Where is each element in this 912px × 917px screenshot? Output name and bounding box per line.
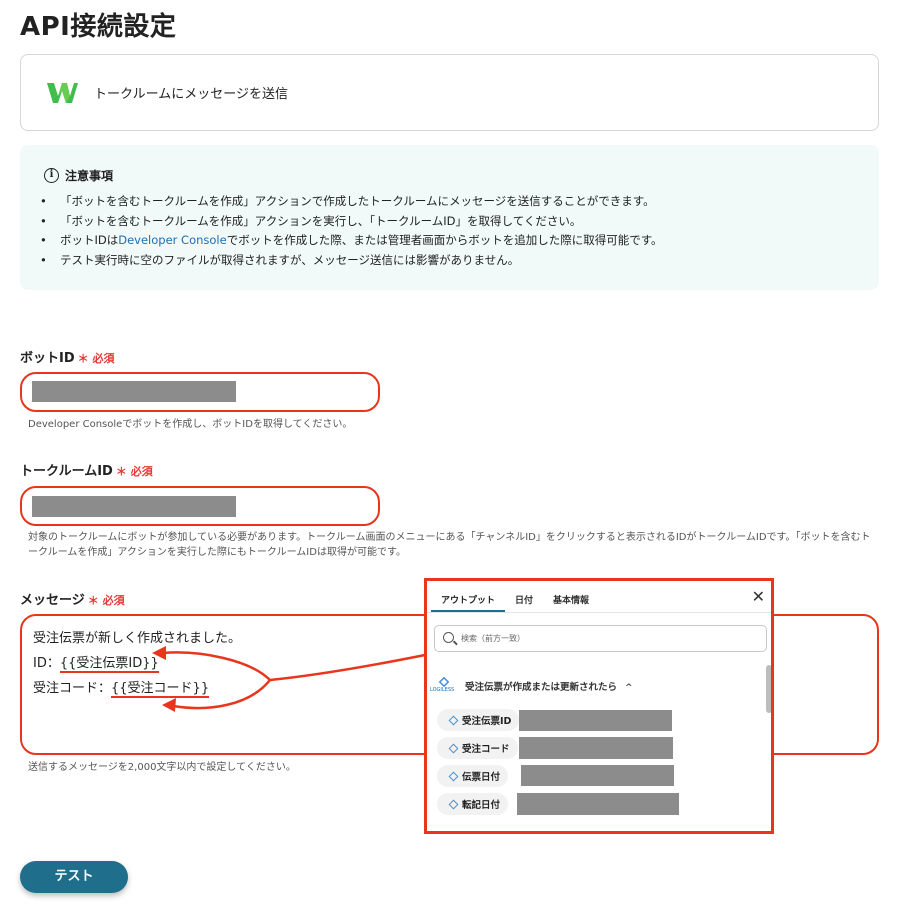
output-item-label: 転記日付 xyxy=(462,800,501,811)
redacted-value xyxy=(32,381,236,402)
bot-id-input[interactable] xyxy=(20,372,380,412)
info-circle-icon: i xyxy=(44,168,59,183)
notice-list: 「ボットを含むトークルームを作成」アクションで作成したトークルームにメッセージを… xyxy=(40,192,663,270)
redacted-value xyxy=(519,710,672,731)
notice-item: テスト実行時に空のファイルが取得されますが、メッセージ送信には影響がありません。 xyxy=(40,251,663,271)
notice-title: 注意事項 xyxy=(65,169,114,183)
notice-item: ボットIDはDeveloper Consoleでボットを作成した際、または管理者… xyxy=(40,231,663,251)
redacted-value xyxy=(521,765,674,786)
notice-item: 「ボットを含むトークルームを作成」アクションで作成したトークルームにメッセージを… xyxy=(40,192,663,212)
output-item[interactable]: 伝票日付 xyxy=(437,765,509,787)
active-tab-indicator xyxy=(431,610,505,612)
bot-id-label-text: ボットID xyxy=(20,351,75,366)
required-badge: ＊ 必須 xyxy=(115,465,153,478)
room-id-label-text: トークルームID xyxy=(20,464,113,479)
source-title-text: 受注伝票が作成または更新されたら xyxy=(465,682,618,693)
notice-item-text: ボットIDは xyxy=(60,233,119,247)
tab-basic-info[interactable]: 基本情報 xyxy=(553,593,589,606)
search-icon xyxy=(443,632,454,643)
item-icon xyxy=(449,800,458,809)
output-item[interactable]: 受注コード xyxy=(437,737,518,759)
close-icon[interactable]: ✕ xyxy=(752,587,765,606)
output-item[interactable]: 転記日付 xyxy=(437,793,509,815)
scrollbar[interactable] xyxy=(766,665,771,713)
search-placeholder: 検索（前方一致） xyxy=(461,634,525,643)
item-icon xyxy=(449,772,458,781)
item-icon xyxy=(449,716,458,725)
notice-panel: i 注意事項 「ボットを含むトークルームを作成」アクションで作成したトークルーム… xyxy=(20,145,879,290)
required-badge: ＊ 必須 xyxy=(77,352,115,365)
action-card: トークルームにメッセージを送信 xyxy=(20,54,879,131)
chevron-up-icon: ^ xyxy=(625,683,633,693)
developer-console-link[interactable]: Developer Console xyxy=(118,233,226,247)
action-label: トークルームにメッセージを送信 xyxy=(94,87,288,102)
source-logo-caption: LOGILESS xyxy=(430,687,455,693)
room-id-hint-line2: ークルームを作成」アクションを実行した際にもトークルームIDは取得が可能です。 xyxy=(28,547,406,558)
source-section-title[interactable]: 受注伝票が作成または更新されたら ^ xyxy=(465,679,633,693)
room-id-hint-line1: 対象のトークルームにボットが参加している必要があります。トークルーム画面のメニュ… xyxy=(28,532,871,543)
notice-item-text: でボットを作成した際、または管理者画面からボットを追加した際に取得可能です。 xyxy=(226,233,663,247)
page-title: API接続設定 xyxy=(20,12,177,42)
tab-date[interactable]: 日付 xyxy=(515,593,533,606)
bot-id-hint: Developer Consoleでボットを作成し、ボットIDを取得してください… xyxy=(28,419,353,430)
bot-id-label: ボットID ＊ 必須 xyxy=(20,347,114,366)
notice-heading: i 注意事項 xyxy=(44,167,113,184)
output-item-label: 伝票日付 xyxy=(462,772,501,783)
search-input[interactable]: 検索（前方一致） xyxy=(434,625,767,652)
message-line-3: 受注コード：{{受注コード}} xyxy=(33,677,210,698)
required-badge: ＊ 必須 xyxy=(87,594,125,607)
message-line-1: 受注伝票が新しく作成されました。 xyxy=(33,631,242,646)
output-item[interactable]: 受注伝票ID xyxy=(437,709,520,731)
message-line-3-text: 受注コード： xyxy=(33,681,112,696)
redacted-value xyxy=(32,496,236,517)
message-label-text: メッセージ xyxy=(20,593,85,608)
output-item-label: 受注伝票ID xyxy=(462,716,512,727)
notice-item: 「ボットを含むトークルームを作成」アクションを実行し、「トークルームID」を取得… xyxy=(40,212,663,232)
message-label: メッセージ＊ 必須 xyxy=(20,589,125,608)
item-icon xyxy=(449,744,458,753)
message-hint: 送信するメッセージを2,000文字以内で設定してください。 xyxy=(28,762,296,773)
output-item-label: 受注コード xyxy=(462,744,510,755)
variable-token[interactable]: {{受注コード}} xyxy=(111,681,210,698)
popup-tab-bar: アウトプット 日付 基本情報 ✕ xyxy=(427,581,771,613)
redacted-value xyxy=(517,793,679,815)
redacted-value xyxy=(519,737,673,759)
room-id-input[interactable] xyxy=(20,486,380,526)
variable-token[interactable]: {{受注伝票ID}} xyxy=(59,656,159,673)
output-popup: アウトプット 日付 基本情報 ✕ 検索（前方一致） LOGILESS 受注伝票が… xyxy=(424,578,774,834)
room-id-label: トークルームID ＊ 必須 xyxy=(20,460,153,479)
tab-output[interactable]: アウトプット xyxy=(441,593,495,606)
message-line-2: ID：{{受注伝票ID}} xyxy=(33,652,159,673)
lineworks-logo-icon xyxy=(47,83,78,103)
message-line-2-text: ID： xyxy=(33,656,60,671)
test-button[interactable]: テスト xyxy=(20,861,128,893)
